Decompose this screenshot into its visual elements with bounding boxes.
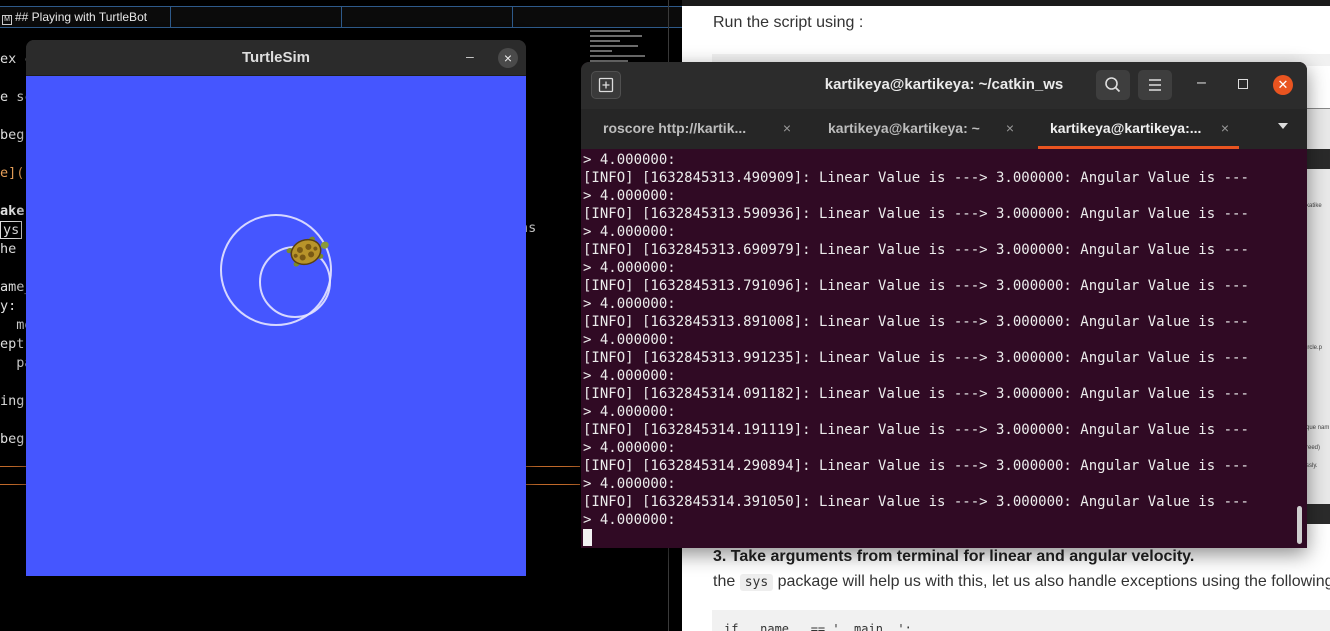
section-heading: 3. Take arguments from terminal for line… xyxy=(713,548,1195,565)
window-title: TurtleSim xyxy=(241,49,311,66)
terminal-tab-bar: roscore http://kartik... × kartikeya@kar… xyxy=(581,109,1307,149)
terminal-line: > 4.000000: xyxy=(583,296,676,312)
markdown-file-icon: M xyxy=(2,15,12,25)
terminal-line: [INFO] [1632845313.891008]: Linear Value… xyxy=(583,314,1249,330)
turtle-trail xyxy=(220,214,332,326)
turtlesim-window[interactable]: TurtleSim – × xyxy=(26,40,526,576)
code-line-text: ept xyxy=(0,336,25,352)
hamburger-icon xyxy=(1149,79,1161,91)
inline-code: sys xyxy=(739,574,774,591)
terminal-line: > 4.000000: xyxy=(583,224,676,240)
terminal-line: > 4.000000: xyxy=(583,368,676,384)
terminal-line: > 4.000000: xyxy=(583,512,676,528)
terminal-line: [INFO] [1632845313.991235]: Linear Value… xyxy=(583,350,1249,366)
terminal-line: [INFO] [1632845314.091182]: Linear Value… xyxy=(583,386,1249,402)
run-instruction: Run the script using : xyxy=(713,14,864,31)
image-text: reed) xyxy=(1306,445,1321,451)
code-line-text: beg xyxy=(0,127,25,143)
editor-tab-label: ## Playing with TurtleBot xyxy=(15,10,148,24)
paragraph-text: the xyxy=(713,573,740,590)
image-text: que nam xyxy=(1306,425,1330,431)
terminal-line: > 4.000000: xyxy=(583,152,676,168)
terminal-line: > 4.000000: xyxy=(583,188,676,204)
editor-tab[interactable]: M ## Playing with TurtleBot xyxy=(2,10,147,25)
terminal-scrollbar[interactable] xyxy=(1297,506,1302,544)
terminal-line: > 4.000000: xyxy=(583,476,676,492)
tab-label: kartikeya@kartikeya:... xyxy=(1050,120,1202,136)
image-text: katike xyxy=(1306,203,1322,209)
text-cursor xyxy=(583,529,592,546)
terminal-line: > 4.000000: xyxy=(583,332,676,348)
close-button[interactable]: × xyxy=(498,48,518,68)
search-icon xyxy=(1105,77,1121,93)
code-line-text: ing xyxy=(0,393,25,409)
terminal-line: [INFO] [1632845314.290894]: Linear Value… xyxy=(583,458,1249,474)
tab-close-icon[interactable]: × xyxy=(1221,120,1229,136)
terminal-line: [INFO] [1632845314.391050]: Linear Value… xyxy=(583,494,1249,510)
code-line-text: y: xyxy=(0,298,17,314)
paragraph: the sys package will help us with this, … xyxy=(713,573,1330,591)
image-text: ircle.p xyxy=(1306,345,1323,351)
turtlesim-canvas xyxy=(26,76,526,576)
terminal-line: [INFO] [1632845314.191119]: Linear Value… xyxy=(583,422,1249,438)
search-button[interactable] xyxy=(1096,70,1130,100)
code-line-text: ake xyxy=(0,203,25,219)
code-block: if __name__ == '__main__': xyxy=(712,610,1330,631)
close-button[interactable]: ✕ xyxy=(1273,75,1293,95)
terminal-line: [INFO] [1632845313.690979]: Linear Value… xyxy=(583,242,1249,258)
terminal-line: > 4.000000: xyxy=(583,260,676,276)
menu-button[interactable] xyxy=(1138,70,1172,100)
terminal-line: [INFO] [1632845313.590936]: Linear Value… xyxy=(583,206,1249,222)
tab-close-icon[interactable]: × xyxy=(1006,120,1014,136)
tab-separator xyxy=(341,7,342,27)
editor-tab-bar: M ## Playing with TurtleBot xyxy=(0,6,682,28)
terminal-tab-active[interactable]: kartikeya@kartikeya:... × xyxy=(1038,109,1239,149)
tab-close-icon[interactable]: × xyxy=(783,120,791,136)
tab-label: kartikeya@kartikeya: ~ xyxy=(828,120,980,136)
terminal-prompt-line[interactable] xyxy=(583,529,1297,548)
minimize-button[interactable]: – xyxy=(466,48,474,64)
paragraph-text: package will help us with this, let us a… xyxy=(773,573,1330,590)
document-top-bar xyxy=(682,0,1330,6)
image-text: ssly. xyxy=(1306,463,1318,469)
terminal-tab-home[interactable]: kartikeya@kartikeya: ~ × xyxy=(828,109,1014,149)
turtlesim-titlebar[interactable]: TurtleSim – × xyxy=(26,40,526,76)
code-line-text: ys xyxy=(0,221,23,239)
tabs-dropdown-icon[interactable] xyxy=(1278,123,1288,129)
minimize-button[interactable]: – xyxy=(1197,74,1206,92)
terminal-line: > 4.000000: xyxy=(583,440,676,456)
terminal-titlebar[interactable]: kartikeya@kartikeya: ~/catkin_ws – ✕ xyxy=(581,62,1307,109)
tab-separator xyxy=(512,7,513,27)
tab-separator xyxy=(170,7,171,27)
tab-label: roscore http://kartik... xyxy=(603,120,747,136)
terminal-line: [INFO] [1632845313.490909]: Linear Value… xyxy=(583,170,1249,186)
maximize-button[interactable] xyxy=(1238,79,1248,89)
terminal-tab-roscore[interactable]: roscore http://kartik... × xyxy=(603,109,791,149)
code-line-text: e]( xyxy=(0,165,25,181)
code-line-text: beg xyxy=(0,431,25,447)
terminal-output[interactable]: > 4.000000: [INFO] [1632845313.490909]: L… xyxy=(581,151,1297,548)
terminal-window[interactable]: kartikeya@kartikeya: ~/catkin_ws – ✕ ros… xyxy=(581,62,1307,548)
code-line-text: he xyxy=(0,241,17,257)
terminal-line: [INFO] [1632845313.791096]: Linear Value… xyxy=(583,278,1249,294)
terminal-line: > 4.000000: xyxy=(583,404,676,420)
